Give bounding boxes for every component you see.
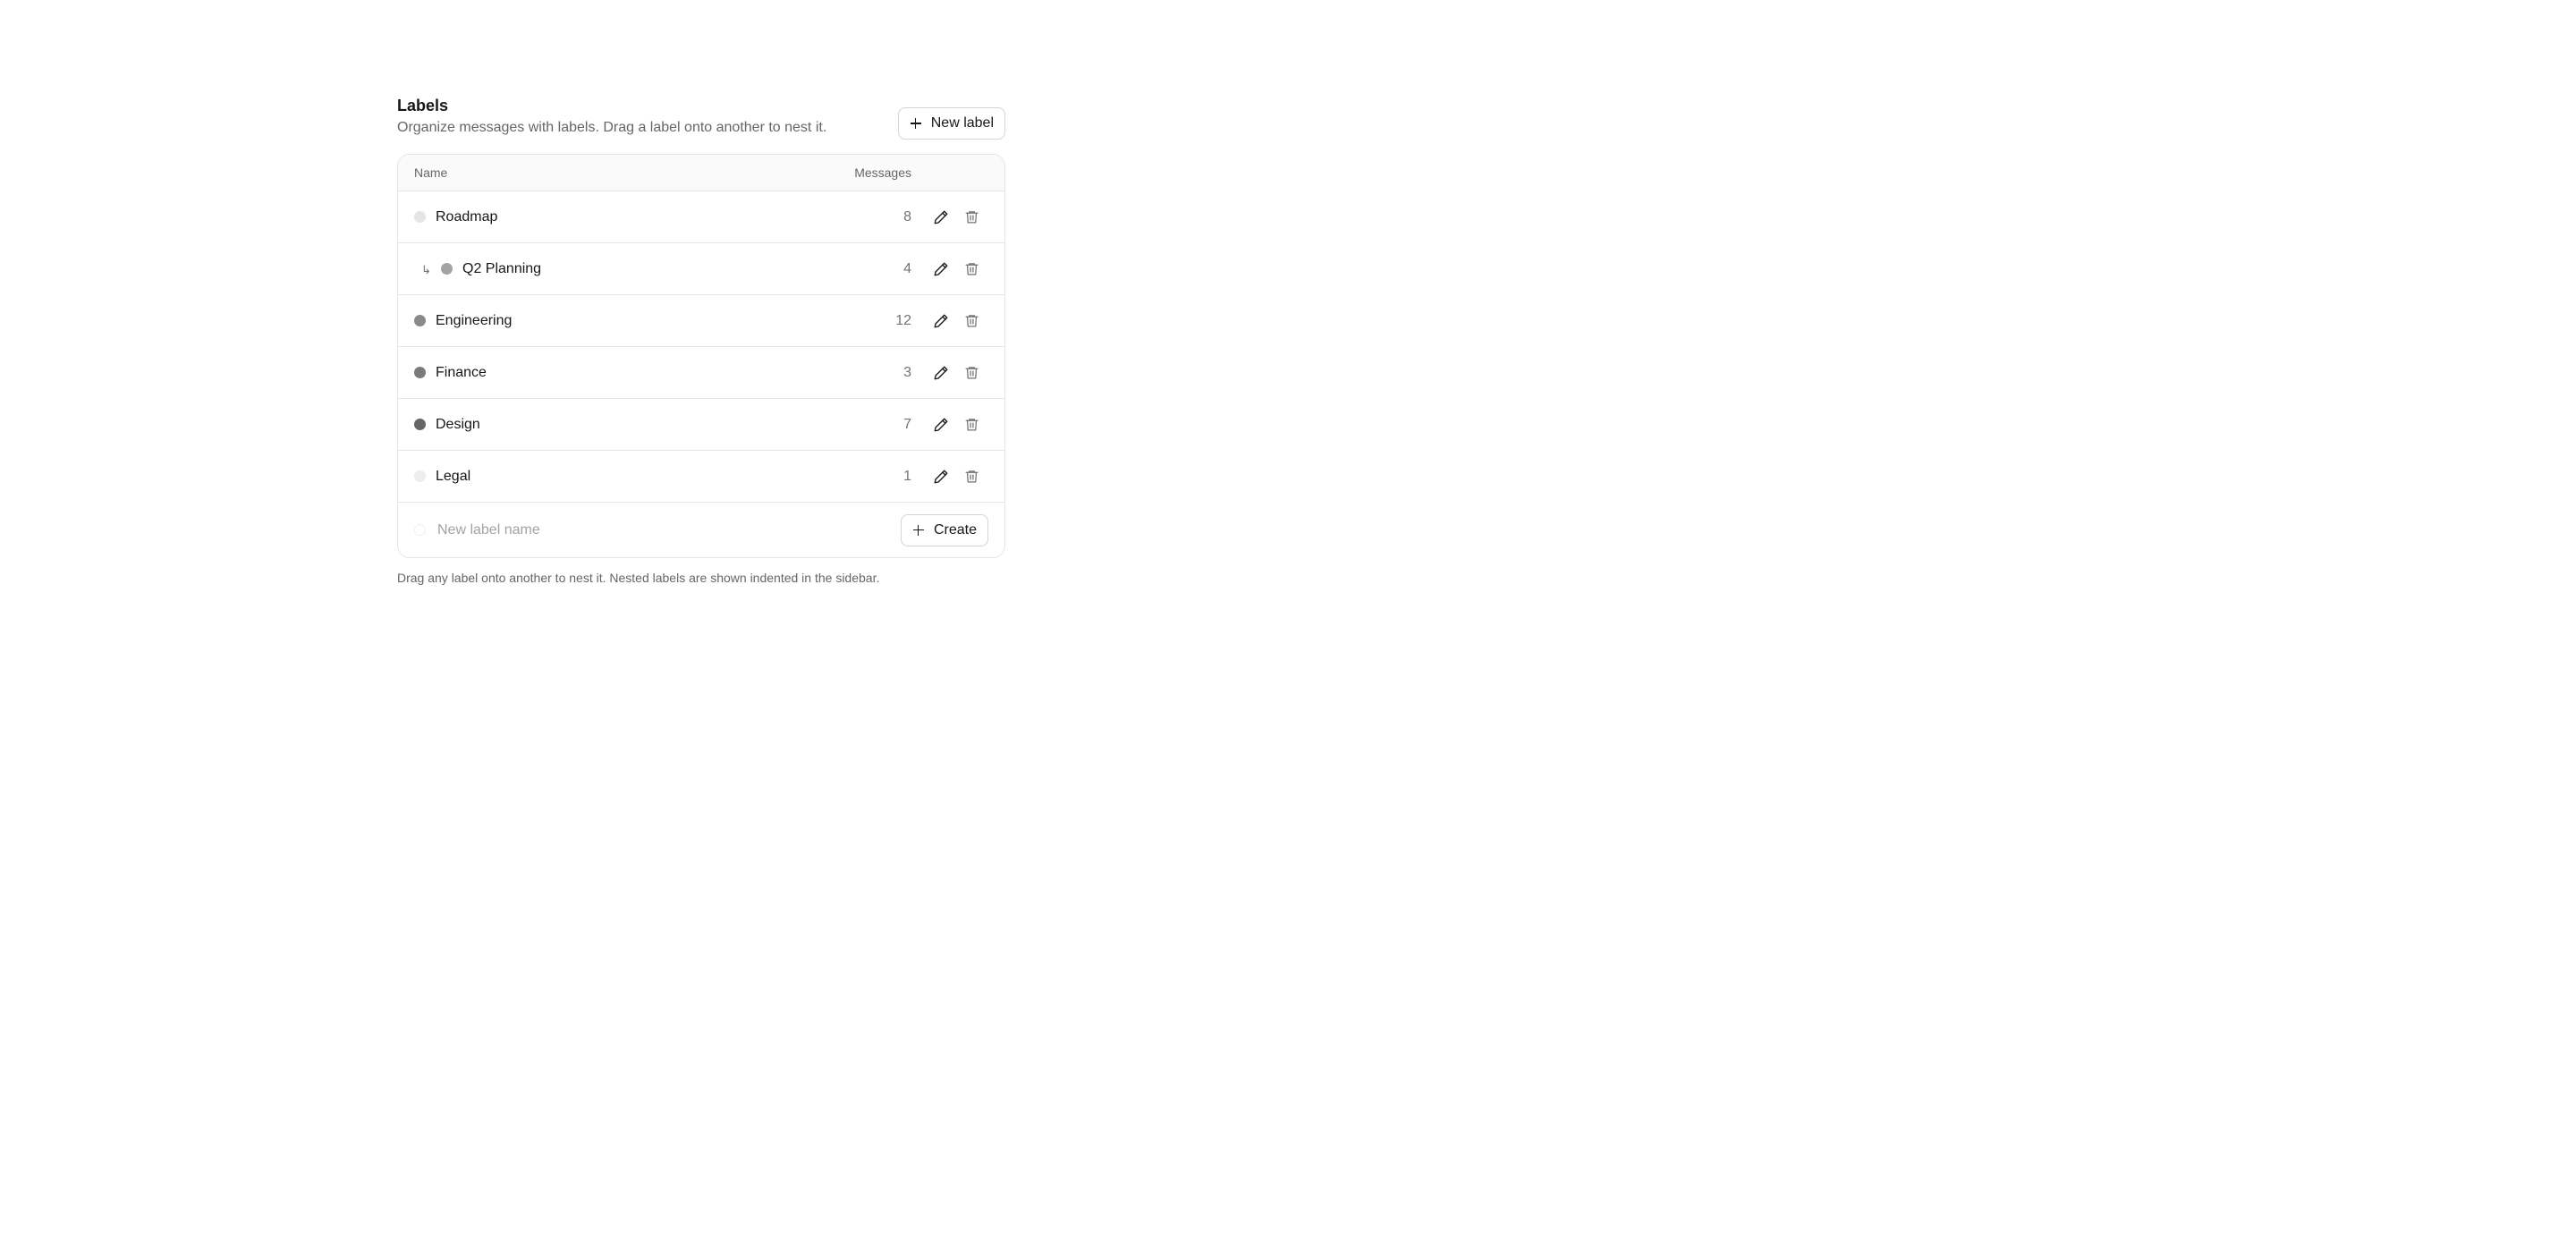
trash-icon [964,419,979,431]
trash-icon [964,367,979,379]
pencil-icon [934,418,948,431]
plus-icon [912,524,925,537]
message-count: 8 [903,208,911,224]
label-name: Roadmap [436,208,498,224]
edit-label-button[interactable] [933,469,949,485]
label-name-cell: Finance [414,365,840,381]
delete-label-button[interactable] [963,469,979,485]
edit-label-button[interactable] [933,209,949,225]
label-color-dot [414,470,426,482]
delete-label-button[interactable] [963,365,979,381]
trash-icon [964,263,979,275]
edit-label-button[interactable] [933,417,949,433]
message-count: 3 [903,364,911,380]
new-label-button[interactable]: New label [897,107,1005,140]
label-rows: Roadmap 8 ↳ Q2 Planning 4 Engineering 12… [398,191,1004,503]
label-name-cell: Legal [414,469,840,485]
color-swatch-empty[interactable] [414,524,426,536]
labels-header: Labels Organize messages with labels. Dr… [397,95,1005,154]
edit-label-button[interactable] [933,313,949,329]
create-button-label: Create [933,521,977,538]
row-actions [933,313,988,329]
label-name: Engineering [436,312,513,328]
edit-label-button[interactable] [933,261,949,277]
delete-label-button[interactable] [963,313,979,329]
label-name: Q2 Planning [462,260,542,276]
trash-icon [964,470,979,483]
trash-icon [964,315,979,327]
pencil-icon [934,314,948,327]
label-color-dot [414,315,426,326]
label-name: Finance [436,364,487,380]
footnote: Drag any label onto another to nest it. … [397,571,880,585]
header-text: Labels Organize messages with labels. Dr… [397,95,826,138]
label-name-cell: ↳ Q2 Planning [414,260,840,277]
label-color-dot [414,367,426,378]
label-name: Legal [436,468,471,484]
column-header-messages: Messages [854,165,911,180]
create-label-row: Create [398,502,1004,557]
label-color-dot [441,263,453,275]
label-name-cell: Roadmap [414,209,840,225]
pencil-icon [934,366,948,379]
row-actions [933,261,988,277]
delete-label-button[interactable] [963,261,979,277]
label-color-dot [414,419,426,430]
table-header: Name Messages [398,155,1004,191]
table-row[interactable]: Roadmap 8 [398,191,1004,243]
new-label-button-label: New label [930,115,994,131]
new-label-name-input[interactable] [437,521,901,538]
plus-icon [910,117,922,130]
table-row[interactable]: ↳ Q2 Planning 4 [398,243,1004,295]
message-count: 7 [903,416,911,432]
column-header-name: Name [414,165,448,180]
row-actions [933,209,988,225]
edit-label-button[interactable] [933,365,949,381]
message-count: 12 [895,312,911,328]
pencil-icon [934,470,948,483]
label-color-dot [414,211,426,223]
labels-table: Name Messages Roadmap 8 ↳ Q2 Planning 4 … [397,154,1005,558]
trash-icon [964,211,979,224]
label-name: Design [436,416,480,432]
row-actions [933,417,988,433]
table-row[interactable]: Legal 1 [398,451,1004,503]
pencil-icon [934,262,948,275]
labels-settings: Labels Organize messages with labels. Dr… [397,95,1005,585]
table-row[interactable]: Engineering 12 [398,295,1004,347]
message-count: 4 [903,260,911,276]
page-subtitle: Organize messages with labels. Drag a la… [397,120,827,135]
pencil-icon [934,210,948,224]
create-button[interactable]: Create [900,513,988,546]
delete-label-button[interactable] [963,417,979,433]
row-actions [933,469,988,485]
row-actions [933,365,988,381]
delete-label-button[interactable] [963,209,979,225]
page-title: Labels [397,97,449,114]
label-name-cell: Engineering [414,313,840,329]
nested-arrow-icon: ↳ [421,263,431,276]
table-row[interactable]: Design 7 [398,399,1004,451]
label-name-cell: Design [414,417,840,433]
message-count: 1 [903,468,911,484]
table-row[interactable]: Finance 3 [398,347,1004,399]
